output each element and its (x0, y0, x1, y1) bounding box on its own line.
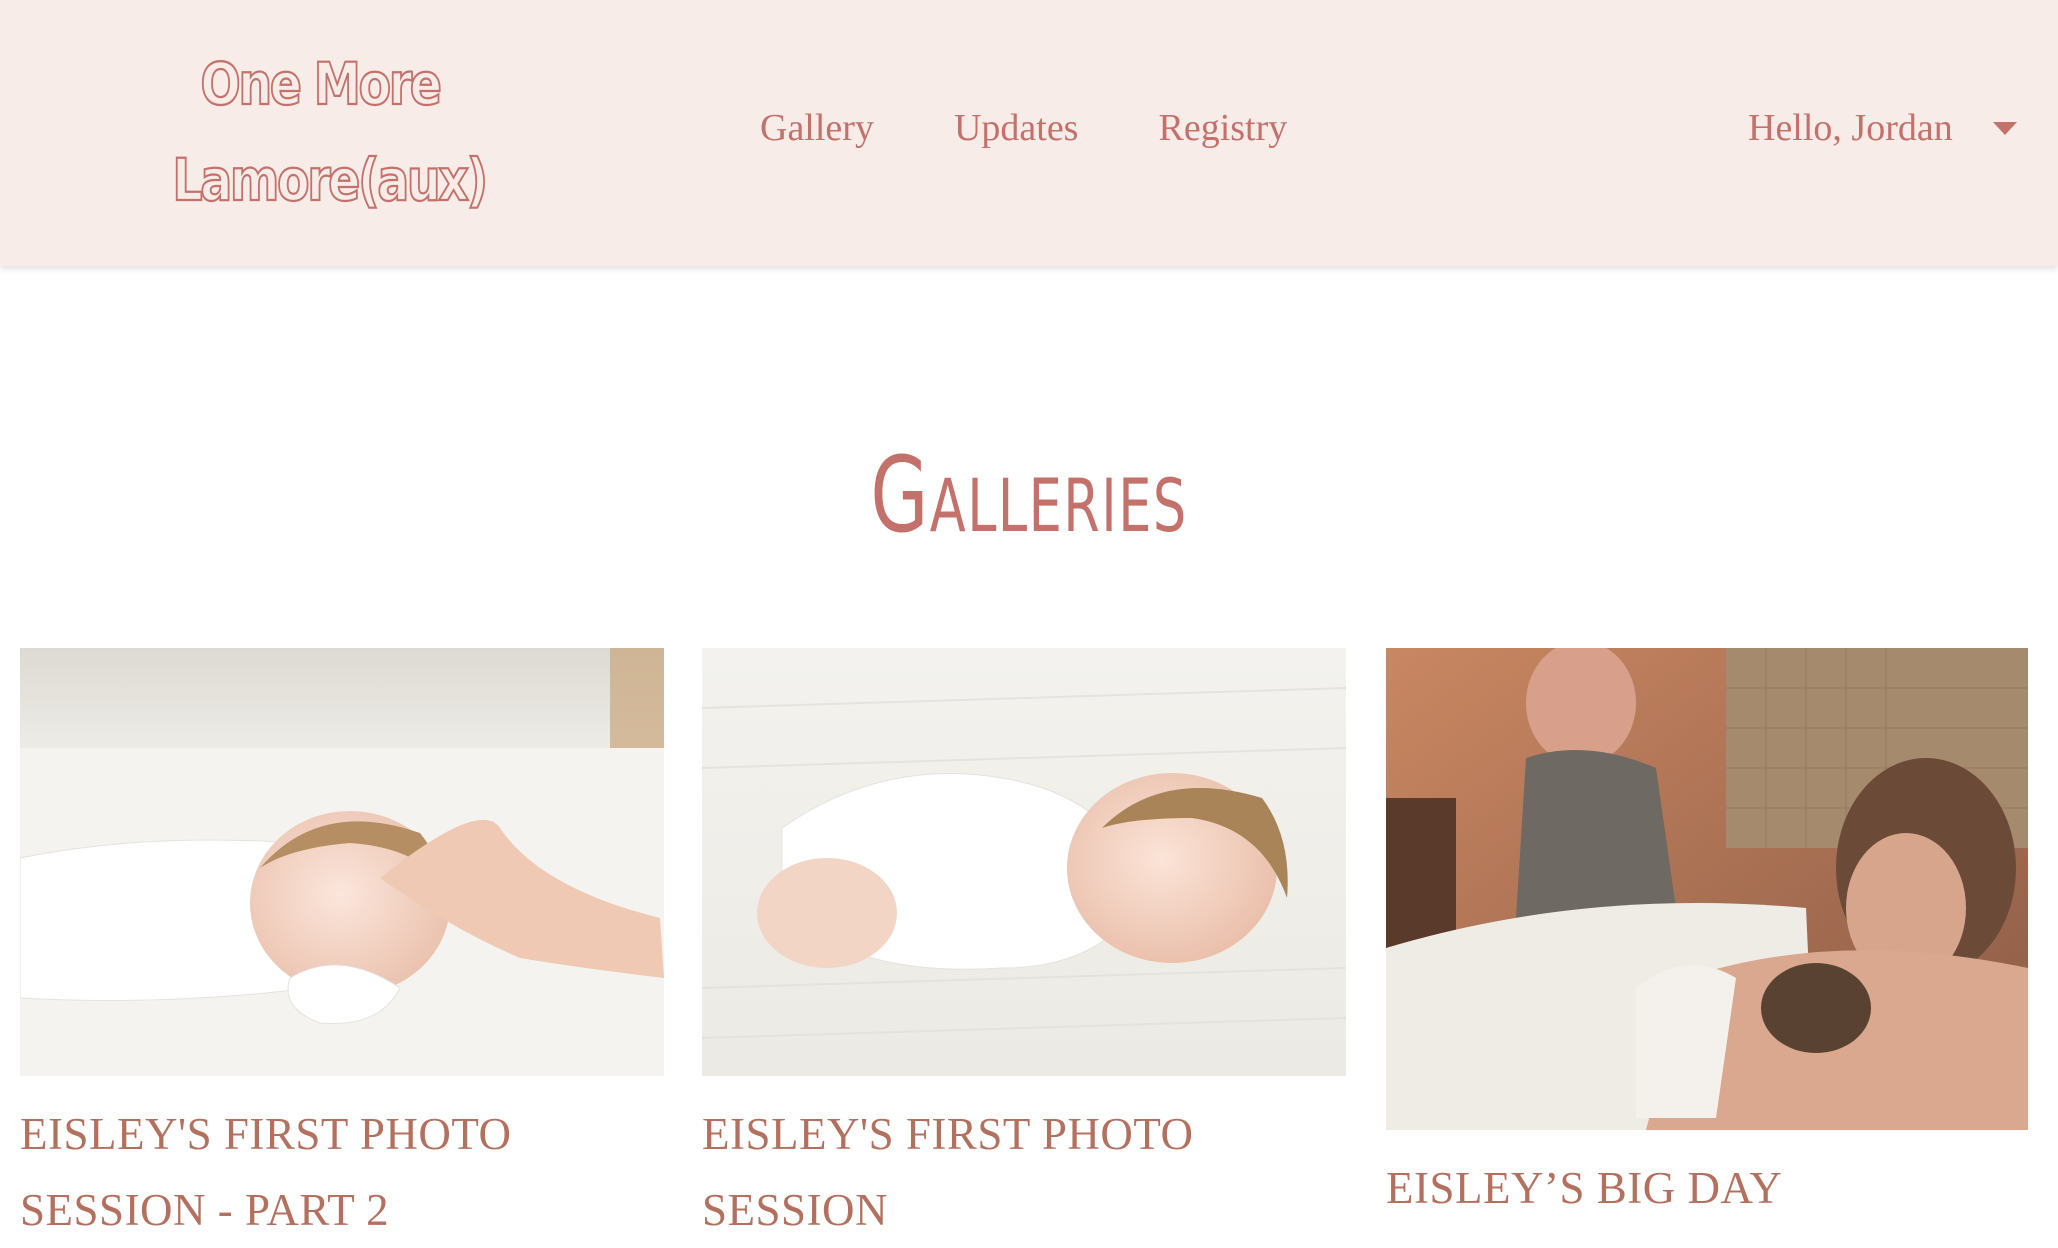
site-header: One More Lamore(aux) Gallery Updates Reg… (0, 0, 2058, 266)
gallery-thumbnail-photo[interactable] (702, 648, 1346, 1076)
baby-sleeping-image (20, 648, 664, 1076)
gallery-title[interactable]: Eisley's First Photo Session (702, 1096, 1346, 1248)
gallery-title[interactable]: Eisley’s Big Day (1386, 1150, 2028, 1226)
logo-line-2: Lamore(aux) (171, 145, 489, 215)
baby-curled-image (702, 648, 1346, 1076)
gallery-card[interactable]: Eisley's First Photo Session - Part 2 (20, 648, 664, 1248)
user-greeting: Hello, Jordan (1748, 107, 1953, 149)
nav-gallery-link[interactable]: Gallery (760, 106, 874, 150)
gallery-title[interactable]: Eisley's First Photo Session - Part 2 (20, 1096, 664, 1248)
logo-line-1: One More (200, 49, 443, 119)
main-nav: Gallery Updates Registry (760, 96, 1367, 160)
gallery-card[interactable]: Eisley's First Photo Session (702, 648, 1346, 1248)
nav-registry-link[interactable]: Registry (1158, 106, 1287, 150)
gallery-thumbnail-photo[interactable] (1386, 648, 2028, 1130)
user-menu[interactable]: Hello, Jordan (1748, 96, 2017, 160)
gallery-card[interactable]: Eisley’s Big Day (1386, 648, 2028, 1226)
page-title: Galleries (870, 434, 1188, 556)
nav-updates-link[interactable]: Updates (954, 106, 1079, 150)
birth-day-image (1386, 648, 2028, 1130)
gallery-thumbnail-photo[interactable] (20, 648, 664, 1076)
caret-down-icon[interactable] (1992, 121, 2017, 135)
site-logo[interactable]: One More Lamore(aux) (171, 36, 489, 228)
